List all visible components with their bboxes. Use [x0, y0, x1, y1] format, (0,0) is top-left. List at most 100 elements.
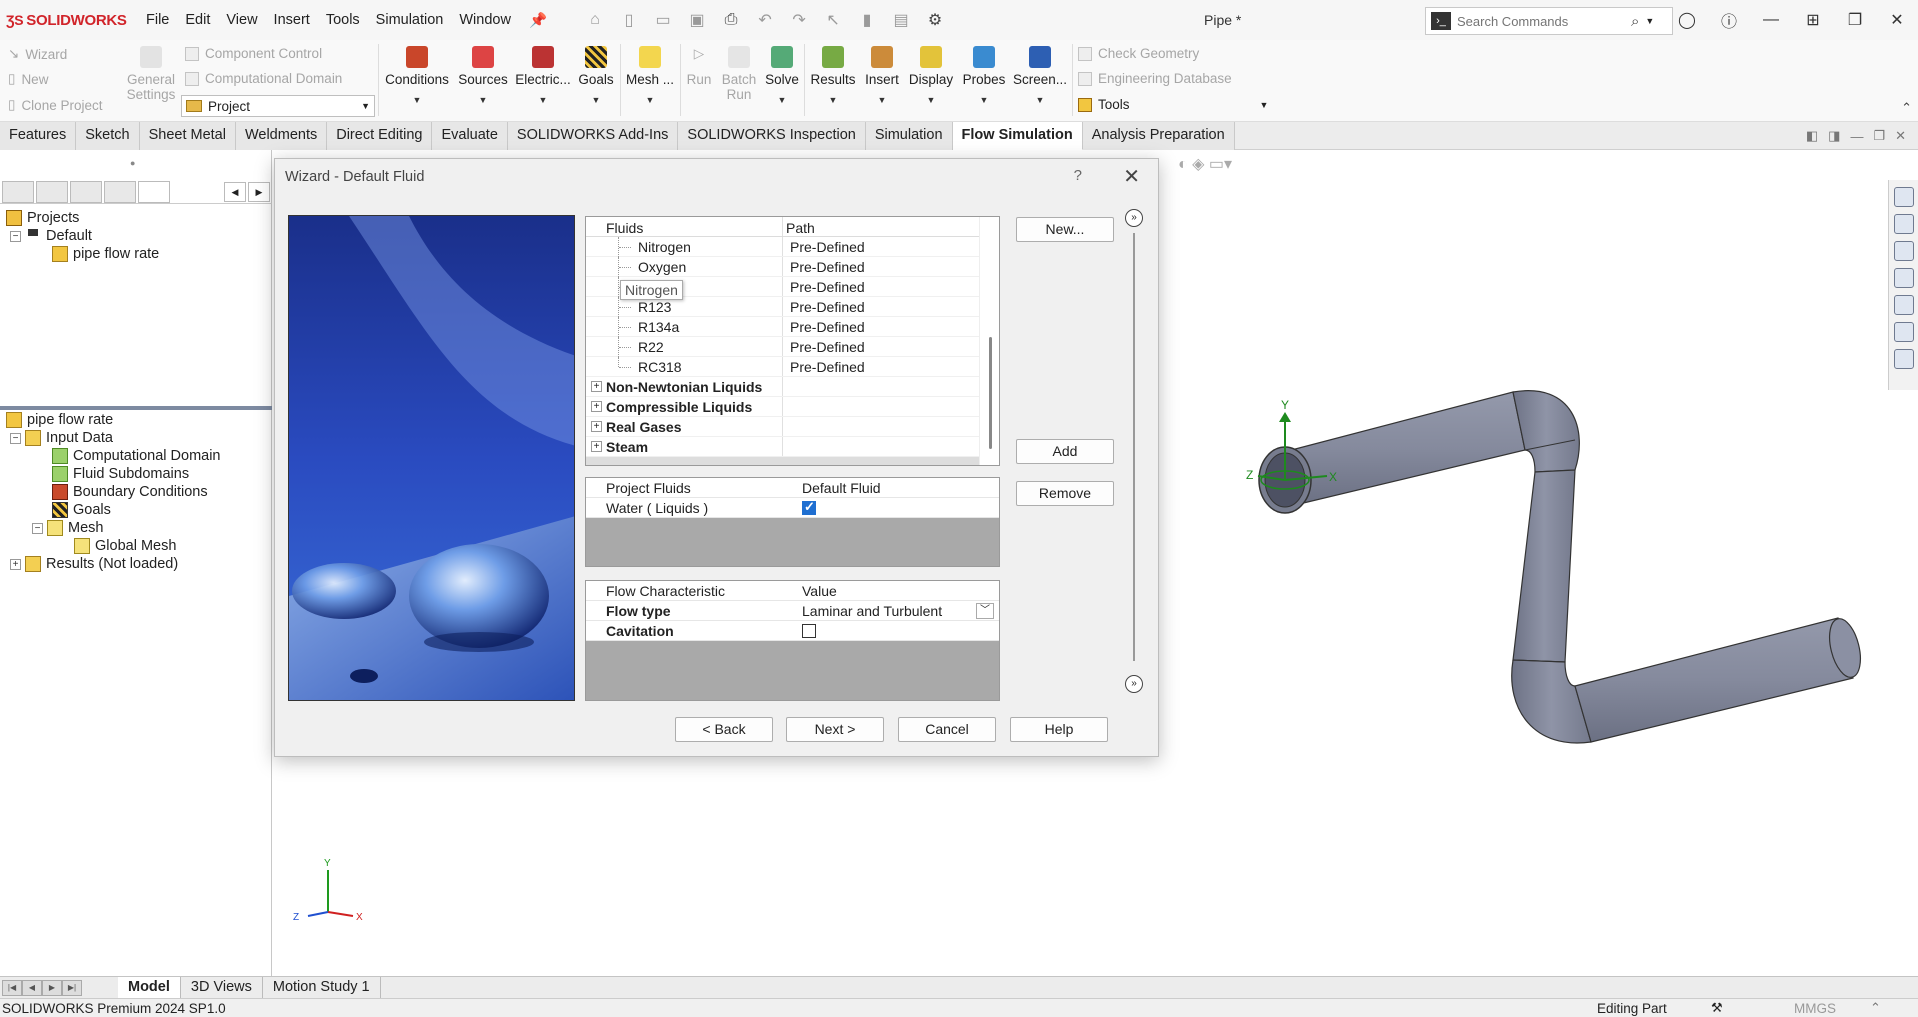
undo-icon[interactable]: ↶: [751, 10, 779, 30]
tab-evaluate[interactable]: Evaluate: [432, 122, 508, 150]
collapse-icon[interactable]: −: [10, 432, 21, 444]
expand-panel-icon[interactable]: »: [1125, 209, 1143, 227]
cavitation-checkbox[interactable]: [802, 624, 816, 638]
general-settings-button[interactable]: General Settings: [126, 46, 176, 102]
clone-project-button[interactable]: ▯ Clone Project: [8, 97, 102, 113]
list-item[interactable]: R134a Pre-Defined: [586, 317, 979, 337]
file-explorer-icon[interactable]: [1893, 268, 1914, 288]
conditions-button[interactable]: Conditions ▼: [384, 46, 450, 105]
design-library-icon[interactable]: [1893, 241, 1914, 261]
collapse-icon[interactable]: −: [10, 230, 21, 242]
expand-icon[interactable]: +: [591, 421, 602, 432]
tab-weldments[interactable]: Weldments: [235, 122, 328, 150]
tab-sketch[interactable]: Sketch: [76, 122, 140, 150]
check-geometry-button[interactable]: Check Geometry: [1078, 46, 1199, 61]
default-fluid-checkbox[interactable]: [802, 499, 816, 515]
tree-computational-domain[interactable]: Computational Domain: [52, 448, 221, 464]
collapse-ribbon-icon[interactable]: ⌃: [1901, 100, 1912, 116]
restore-icon[interactable]: ❐: [1834, 10, 1876, 30]
engineering-database-button[interactable]: Engineering Database: [1078, 71, 1232, 86]
rebuild-icon[interactable]: ⚒: [1711, 1000, 1723, 1016]
fluids-database-list[interactable]: Fluids Path Nitrogen Pre-Defined Oxygen Pr…: [585, 216, 1000, 466]
new-document-icon[interactable]: ▯: [615, 10, 643, 30]
scrollbar-thumb[interactable]: [989, 337, 992, 449]
fluids-list-horizontal-scrollbar[interactable]: [586, 457, 979, 465]
expand-icon[interactable]: +: [591, 401, 602, 412]
list-item[interactable]: Nitrogen Pre-Defined: [586, 237, 979, 257]
tree-goals[interactable]: Goals: [52, 502, 111, 518]
help-button[interactable]: Help: [1010, 717, 1108, 742]
tree-pipe-flow-rate-project[interactable]: pipe flow rate: [52, 246, 159, 262]
doc-minimize-icon[interactable]: —: [1850, 129, 1863, 144]
home-icon[interactable]: ⌂: [581, 11, 609, 29]
list-item[interactable]: R22 Pre-Defined: [586, 337, 979, 357]
search-commands-input[interactable]: [1457, 13, 1627, 29]
prev-tab-icon[interactable]: ◀: [22, 979, 42, 996]
customize-icon[interactable]: ⌃: [1870, 1000, 1881, 1016]
solve-button[interactable]: Solve ▼: [762, 46, 802, 105]
screenshot-button[interactable]: Screen... ▼: [1012, 46, 1068, 105]
panel-handle-icon[interactable]: ●: [130, 158, 135, 168]
panel-right-icon[interactable]: ◨: [1828, 128, 1840, 144]
search-commands-box[interactable]: ›_ ⌕ ▼: [1425, 7, 1673, 35]
results-button[interactable]: Results ▼: [808, 46, 858, 105]
menu-insert[interactable]: Insert: [266, 12, 318, 28]
tab-solidworks-addins[interactable]: SOLIDWORKS Add-Ins: [507, 122, 679, 150]
rebuild-icon[interactable]: ▮: [853, 10, 881, 30]
group-real-gases[interactable]: + Real Gases: [586, 417, 979, 437]
tab-simulation[interactable]: Simulation: [865, 122, 953, 150]
group-steam[interactable]: + Steam: [586, 437, 979, 457]
pin-icon[interactable]: 📌: [521, 12, 555, 29]
expand-icon[interactable]: +: [591, 381, 602, 392]
custom-properties-icon[interactable]: [1893, 349, 1914, 369]
dimxpert-tab[interactable]: [104, 180, 136, 203]
component-control-button[interactable]: Component Control: [185, 46, 322, 61]
solidworks-resources-icon[interactable]: [1893, 187, 1914, 207]
cavitation-row[interactable]: Cavitation: [586, 621, 999, 641]
doc-close-icon[interactable]: ✕: [1895, 128, 1906, 144]
flow-type-select[interactable]: Laminar and Turbulent: [802, 603, 942, 619]
minimize-icon[interactable]: —: [1750, 11, 1792, 29]
file-properties-icon[interactable]: ▤: [887, 10, 915, 30]
flow-type-row[interactable]: Flow type Laminar and Turbulent ﹀: [586, 601, 999, 621]
expand-icon[interactable]: +: [10, 558, 21, 570]
cancel-button[interactable]: Cancel: [898, 717, 996, 742]
tree-projects[interactable]: Projects: [6, 210, 79, 226]
table-row[interactable]: Water ( Liquids ): [586, 498, 999, 518]
remove-button[interactable]: Remove: [1016, 481, 1114, 506]
run-button[interactable]: ▷ Run: [684, 46, 714, 87]
tab-model[interactable]: Model: [118, 976, 181, 999]
sources-button[interactable]: Sources ▼: [455, 46, 511, 105]
tree-input-data[interactable]: − Input Data: [10, 430, 113, 446]
view-palette-icon[interactable]: [1893, 295, 1914, 315]
heads-up-view-toolbar[interactable]: ◐ ◈ ▭▾: [1178, 154, 1232, 174]
tab-flow-simulation[interactable]: Flow Simulation: [952, 122, 1083, 150]
new-button[interactable]: New...: [1016, 217, 1114, 242]
account-icon[interactable]: ◯: [1666, 10, 1708, 30]
electric-button[interactable]: Electric... ▼: [515, 46, 571, 105]
menu-view[interactable]: View: [218, 12, 265, 28]
tools-button[interactable]: Tools ▼: [1078, 97, 1268, 112]
list-item[interactable]: RC318 Pre-Defined: [586, 357, 979, 377]
insert-button[interactable]: Insert ▼: [862, 46, 902, 105]
tree-results[interactable]: + Results (Not loaded): [10, 556, 178, 572]
help-icon[interactable]: ⓘ: [1708, 8, 1750, 32]
search-icon[interactable]: ⌕: [1631, 13, 1639, 30]
property-manager-tab[interactable]: [36, 180, 68, 203]
tree-boundary-conditions[interactable]: Boundary Conditions: [52, 484, 208, 500]
search-dropdown-icon[interactable]: ▼: [1645, 16, 1654, 26]
panel-splitter[interactable]: [0, 406, 272, 410]
tab-motion-study-1[interactable]: Motion Study 1: [263, 976, 381, 999]
probes-button[interactable]: Probes ▼: [960, 46, 1008, 105]
tab-scroll-left-icon[interactable]: ◀: [224, 181, 246, 202]
batch-run-button[interactable]: Batch Run: [718, 46, 760, 102]
tab-solidworks-inspection[interactable]: SOLIDWORKS Inspection: [678, 122, 866, 150]
tab-3d-views[interactable]: 3D Views: [181, 976, 263, 999]
computational-domain-button[interactable]: Computational Domain: [185, 71, 342, 86]
appearances-icon[interactable]: [1893, 322, 1914, 342]
tile-icon[interactable]: ⊞: [1792, 10, 1834, 30]
tree-global-mesh[interactable]: Global Mesh: [74, 538, 176, 554]
tree-default[interactable]: − Default: [10, 228, 92, 244]
print-icon[interactable]: ⎙: [717, 11, 745, 29]
menu-window[interactable]: Window: [451, 12, 519, 28]
